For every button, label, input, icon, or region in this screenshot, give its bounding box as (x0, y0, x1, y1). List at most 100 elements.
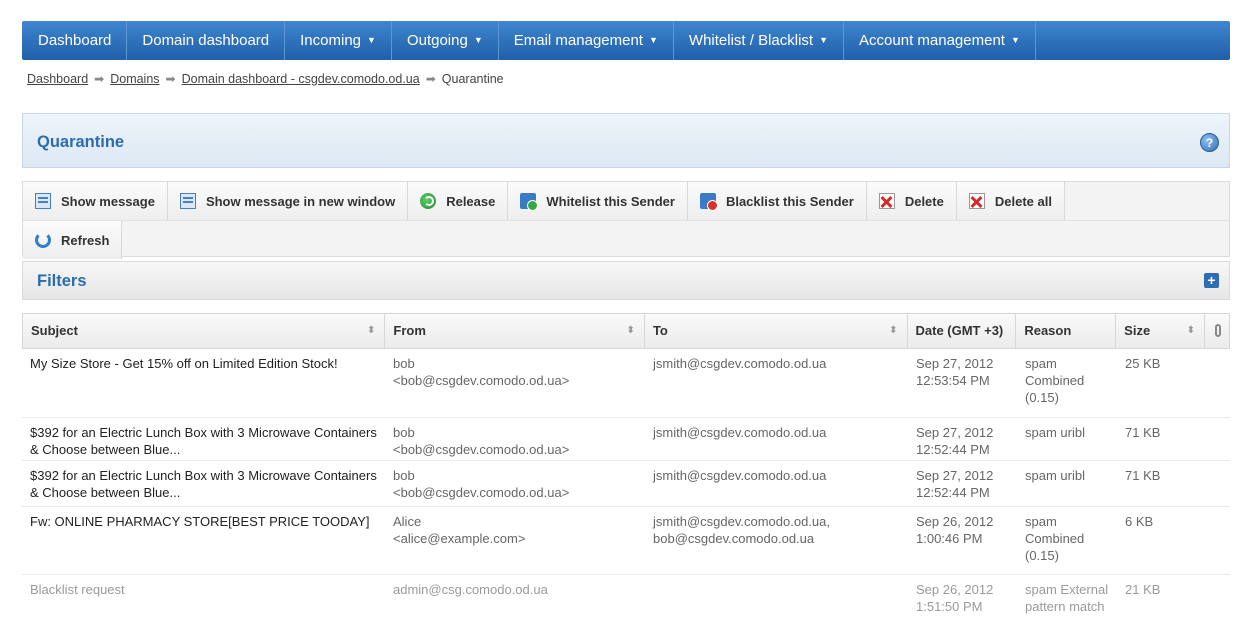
header-label: To (652, 323, 668, 338)
cell-subject: My Size Store - Get 15% off on Limited E… (30, 356, 338, 371)
table-row[interactable]: Blacklist request admin@csg.comodo.od.ua… (22, 575, 1230, 635)
table-row[interactable]: Fw: ONLINE PHARMACY STORE[BEST PRICE TOO… (22, 507, 1230, 575)
delete-all-button[interactable]: Delete all (956, 182, 1065, 220)
date-day: Sep 26, 2012 (916, 582, 994, 597)
column-header-to[interactable]: To ⬍ (645, 314, 908, 348)
sort-icon: ⬍ (626, 325, 635, 336)
cell-attachment (1206, 507, 1230, 574)
show-message-new-window-button[interactable]: Show message in new window (167, 182, 409, 220)
chevron-down-icon: ▼ (1010, 35, 1020, 45)
nav-label: Outgoing (406, 32, 468, 49)
paperclip-icon (1215, 324, 1222, 337)
cell-reason: spam Combined (0.15) (1025, 514, 1085, 563)
quarantine-table: Subject ⬍ From ⬍ To ⬍ Date (GMT +3) Reason … (22, 313, 1230, 635)
filters-title: Filters (37, 272, 87, 290)
release-button[interactable]: Release (408, 182, 509, 220)
whitelist-icon (520, 193, 539, 211)
date-day: Sep 26, 2012 (916, 514, 994, 529)
from-name: bob (393, 468, 415, 483)
date-day: Sep 27, 2012 (916, 468, 994, 483)
expand-plus-icon[interactable]: + (1204, 273, 1219, 288)
column-header-from[interactable]: From ⬍ (385, 314, 645, 348)
button-label: Release (446, 193, 496, 209)
cell-to: jsmith@csgdev.comodo.od.ua, bob@csgdev.c… (653, 514, 830, 546)
breadcrumb-domains[interactable]: Domains (110, 72, 159, 86)
from-email: <bob@csgdev.comodo.od.ua> (393, 485, 570, 500)
header-label: Date (GMT +3) (915, 323, 1004, 338)
filters-panel-header[interactable]: Filters + (22, 261, 1230, 300)
button-label: Show message in new window (205, 193, 396, 209)
button-label: Blacklist this Sender (725, 193, 854, 209)
header-label: Reason (1024, 323, 1072, 338)
cell-size: 21 KB (1125, 582, 1161, 597)
nav-label: Incoming (300, 32, 362, 49)
blacklist-sender-button[interactable]: Blacklist this Sender (687, 182, 867, 220)
cell-subject: Fw: ONLINE PHARMACY STORE[BEST PRICE TOO… (30, 514, 370, 529)
cell-subject: $392 for an Electric Lunch Box with 3 Mi… (30, 468, 377, 500)
button-label: Delete (904, 193, 944, 209)
breadcrumb-current: Quarantine (441, 72, 504, 86)
cell-date: Sep 27, 2012 12:52:44 PM (908, 461, 1017, 506)
nav-email-management[interactable]: Email management ▼ (499, 21, 674, 60)
cell-size: 25 KB (1125, 356, 1161, 371)
refresh-button[interactable]: Refresh (23, 221, 123, 259)
chevron-down-icon: ▼ (473, 35, 483, 45)
table-row[interactable]: $392 for an Electric Lunch Box with 3 Mi… (22, 461, 1230, 507)
blacklist-icon (699, 193, 718, 211)
column-header-reason[interactable]: Reason (1016, 314, 1117, 348)
breadcrumb: Dashboard ➡ Domains ➡ Domain dashboard -… (27, 72, 504, 86)
breadcrumb-dashboard[interactable]: Dashboard (27, 72, 88, 86)
header-label: From (393, 323, 426, 338)
nav-whitelist-blacklist[interactable]: Whitelist / Blacklist ▼ (674, 21, 845, 60)
nav-label: Dashboard (38, 32, 112, 49)
table-row[interactable]: My Size Store - Get 15% off on Limited E… (22, 349, 1230, 418)
page-title: Quarantine (37, 133, 125, 151)
button-label: Refresh (61, 232, 110, 248)
column-header-subject[interactable]: Subject ⬍ (23, 314, 386, 348)
button-label: Whitelist this Sender (546, 193, 675, 209)
date-day: Sep 27, 2012 (916, 425, 994, 440)
cell-attachment (1206, 461, 1230, 506)
date-time: 12:52:44 PM (916, 442, 990, 457)
cell-date: Sep 26, 2012 1:00:46 PM (908, 507, 1017, 574)
arrow-right-icon: ➡ (165, 72, 176, 86)
message-window-icon (179, 193, 196, 209)
cell-size: 71 KB (1125, 468, 1161, 483)
nav-incoming[interactable]: Incoming ▼ (285, 21, 392, 60)
nav-label: Account management (859, 32, 1005, 49)
column-header-attachment[interactable] (1205, 314, 1229, 348)
chevron-down-icon: ▼ (819, 35, 829, 45)
sort-icon: ⬍ (366, 325, 376, 336)
button-label: Delete all (994, 193, 1052, 209)
cell-date: Sep 27, 2012 12:52:44 PM (908, 418, 1017, 460)
cell-from: admin@csg.comodo.od.ua (385, 575, 645, 635)
column-header-size[interactable]: Size ⬍ (1116, 314, 1206, 348)
cell-date: Sep 26, 2012 1:51:50 PM (908, 575, 1017, 635)
cell-to: jsmith@csgdev.comodo.od.ua (653, 468, 827, 483)
table-row[interactable]: $392 for an Electric Lunch Box with 3 Mi… (22, 418, 1230, 461)
column-header-date[interactable]: Date (GMT +3) (908, 314, 1017, 348)
nav-account-management[interactable]: Account management ▼ (844, 21, 1036, 60)
nav-label: Domain dashboard (142, 32, 270, 49)
nav-domain-dashboard[interactable]: Domain dashboard (127, 21, 286, 60)
nav-outgoing[interactable]: Outgoing ▼ (392, 21, 499, 60)
main-nav: Dashboard Domain dashboard Incoming ▼ Out… (22, 21, 1230, 60)
from-email: <bob@csgdev.comodo.od.ua> (393, 442, 570, 457)
from-name: bob (393, 356, 415, 371)
show-message-button[interactable]: Show message (23, 182, 168, 220)
help-icon[interactable]: ? (1200, 133, 1219, 152)
cell-reason: spam uribl (1025, 425, 1085, 440)
breadcrumb-domain-dashboard[interactable]: Domain dashboard - csgdev.comodo.od.ua (182, 72, 420, 86)
cell-attachment (1206, 418, 1230, 460)
cell-from: bob <bob@csgdev.comodo.od.ua> (385, 461, 645, 506)
cell-reason: spam Combined (0.15) (1025, 356, 1085, 405)
arrow-right-icon: ➡ (425, 72, 436, 86)
delete-button[interactable]: Delete (866, 182, 957, 220)
header-label: Size (1124, 323, 1151, 338)
sort-icon: ⬍ (1186, 325, 1196, 336)
whitelist-sender-button[interactable]: Whitelist this Sender (508, 182, 688, 220)
from-email: <bob@csgdev.comodo.od.ua> (393, 373, 570, 388)
cell-reason: spam uribl (1025, 468, 1085, 483)
nav-dashboard[interactable]: Dashboard (22, 21, 128, 60)
chevron-down-icon: ▼ (367, 35, 376, 45)
